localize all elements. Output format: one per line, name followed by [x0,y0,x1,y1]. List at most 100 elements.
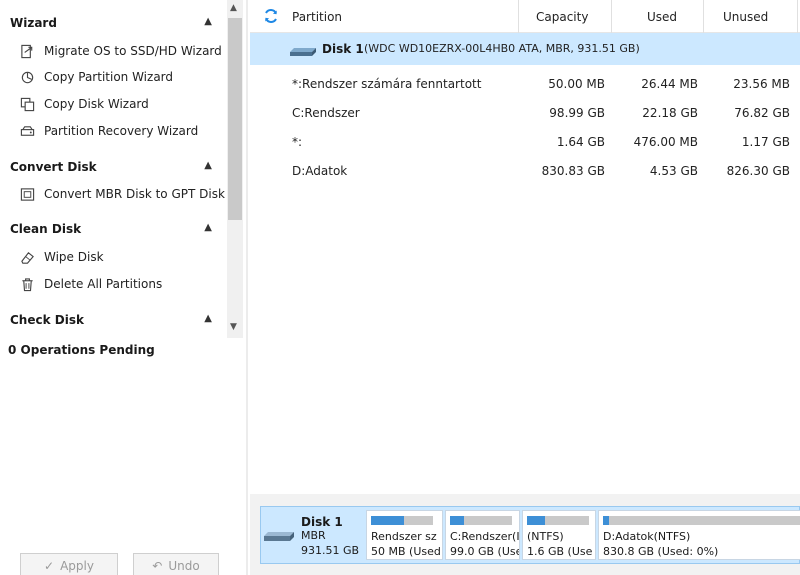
partition-panel: Partition Capacity Used Unused Disk 1 (W… [250,0,800,575]
column-header-used[interactable]: Used [647,0,677,33]
column-header-partition[interactable]: Partition [292,0,342,33]
usage-bar [603,516,800,525]
column-separator[interactable] [611,0,612,33]
scrollbar-thumb[interactable] [228,18,242,220]
partition-capacity: 830.83 GB [541,164,605,178]
partition-unused: 1.17 GB [741,135,790,149]
partition-name: *: [292,135,303,149]
chevron-up-icon[interactable]: ▲ [204,313,212,324]
partition-name: C:Rendszer [292,106,360,120]
panel-divider[interactable] [246,0,248,575]
trash-icon [18,275,36,293]
usage-bar-fill [527,516,545,525]
hard-disk-icon [290,45,316,59]
app-window: Wizard ▲ Migrate OS to SSD/HD Wizard Cop… [0,0,800,575]
table-row[interactable]: *:Rendszer számára fenntartott 50.00 MB … [250,69,800,99]
chevron-up-icon[interactable]: ▲ [204,16,212,27]
apply-label: Apply [60,559,94,573]
partition-name: *:Rendszer számára fenntartott [292,77,482,91]
partition-unused: 826.30 GB [726,164,790,178]
partition-label: (NTFS) [527,530,564,543]
column-header-capacity[interactable]: Capacity [536,0,588,33]
partition-name: D:Adatok [292,164,348,178]
partition-unused: 76.82 GB [734,106,790,120]
recovery-icon [18,122,36,140]
operations-pending: 0 Operations Pending [8,343,155,357]
convert-icon [18,185,36,203]
action-list: Wizard ▲ Migrate OS to SSD/HD Wizard Cop… [0,0,226,340]
usage-bar-fill [371,516,404,525]
item-label: Partition Recovery Wizard [44,124,199,138]
partition-capacity: 1.64 GB [556,135,605,149]
item-label: Delete All Partitions [44,277,163,291]
undo-button[interactable]: ↶ Undo [133,553,219,575]
partition-capacity: 50.00 MB [548,77,605,91]
migrate-icon [18,42,36,60]
column-header-unused[interactable]: Unused [723,0,768,33]
partition-usage: 1.6 GB (Use [527,545,593,558]
partition-usage: 50 MB (Used [371,545,441,558]
usage-bar [371,516,433,525]
partition-label: C:Rendszer(I [450,530,520,543]
migrate-os-item[interactable]: Migrate OS to SSD/HD Wizard [0,38,226,64]
partition-unused: 23.56 MB [733,77,790,91]
section-header-check-disk[interactable]: Check Disk ▲ [0,307,226,333]
copy-disk-icon [18,95,36,113]
disk-name: Disk 1 [322,42,364,56]
copy-partition-icon [18,68,36,86]
scroll-down-icon[interactable]: ▼ [230,322,237,332]
copy-disk-item[interactable]: Copy Disk Wizard [0,91,226,117]
item-label: Migrate OS to SSD/HD Wizard [44,44,222,58]
eraser-icon [18,248,36,266]
item-label: Copy Partition Wizard [44,70,174,84]
item-label: Copy Disk Wizard [44,97,149,111]
table-row[interactable]: D:Adatok 830.83 GB 4.53 GB 826.30 GB [250,156,800,186]
wipe-disk-item[interactable]: Wipe Disk [0,244,226,270]
table-row[interactable]: C:Rendszer 98.99 GB 22.18 GB 76.82 GB [250,98,800,128]
disk-map-partition[interactable]: Rendszer sz 50 MB (Used [366,510,443,560]
apply-button[interactable]: ✓ Apply [20,553,118,575]
chevron-up-icon[interactable]: ▲ [204,160,212,171]
disk-map-scheme: MBR [301,529,326,542]
disk-map-disk[interactable]: Disk 1 MBR 931.51 GB [261,507,365,563]
partition-capacity: 98.99 GB [549,106,605,120]
partition-used: 4.53 GB [649,164,698,178]
section-header-wizard[interactable]: Wizard ▲ [0,10,226,36]
disk-map-size: 931.51 GB [301,544,360,557]
disk-map-label: Disk 1 [301,515,343,529]
convert-mbr-gpt-item[interactable]: Convert MBR Disk to GPT Disk [0,181,226,207]
section-title: Check Disk [10,313,84,327]
section-title: Clean Disk [10,222,82,236]
section-header-convert-disk[interactable]: Convert Disk ▲ [0,154,226,180]
column-separator[interactable] [518,0,519,33]
column-separator[interactable] [703,0,704,33]
disk-map[interactable]: Disk 1 MBR 931.51 GB Rendszer sz 50 MB (… [260,506,800,564]
partition-recovery-item[interactable]: Partition Recovery Wizard [0,118,226,144]
section-header-clean-disk[interactable]: Clean Disk ▲ [0,216,226,242]
disk-description: (WDC WD10EZRX-00L4HB0 ATA, MBR, 931.51 G… [364,42,640,55]
hard-disk-icon [264,530,294,544]
refresh-icon[interactable] [262,7,280,25]
usage-bar [450,516,512,525]
partition-used: 26.44 MB [641,77,698,91]
table-header: Partition Capacity Used Unused [250,0,800,33]
scroll-up-icon[interactable]: ▲ [230,3,237,13]
disk-map-partition[interactable]: D:Adatok(NTFS) 830.8 GB (Used: 0%) [598,510,800,560]
usage-bar-fill [603,516,609,525]
table-row[interactable]: *: 1.64 GB 476.00 MB 1.17 GB [250,127,800,157]
undo-icon: ↶ [152,559,163,573]
item-label: Wipe Disk [44,250,104,264]
delete-all-partitions-item[interactable]: Delete All Partitions [0,271,226,297]
action-panel: Wizard ▲ Migrate OS to SSD/HD Wizard Cop… [0,0,245,575]
column-separator[interactable] [797,0,798,33]
copy-partition-item[interactable]: Copy Partition Wizard [0,64,226,90]
undo-label: Undo [168,559,200,573]
disk-row-selected[interactable]: Disk 1 (WDC WD10EZRX-00L4HB0 ATA, MBR, 9… [250,33,800,65]
partition-label: D:Adatok(NTFS) [603,530,691,543]
action-list-scrollbar[interactable]: ▲ ▼ [227,0,243,338]
partition-usage: 830.8 GB (Used: 0%) [603,545,719,558]
chevron-up-icon[interactable]: ▲ [204,222,212,233]
disk-map-partition[interactable]: C:Rendszer(I 99.0 GB (Use [445,510,520,560]
disk-map-area: Disk 1 MBR 931.51 GB Rendszer sz 50 MB (… [250,494,800,575]
disk-map-partition[interactable]: (NTFS) 1.6 GB (Use [522,510,596,560]
